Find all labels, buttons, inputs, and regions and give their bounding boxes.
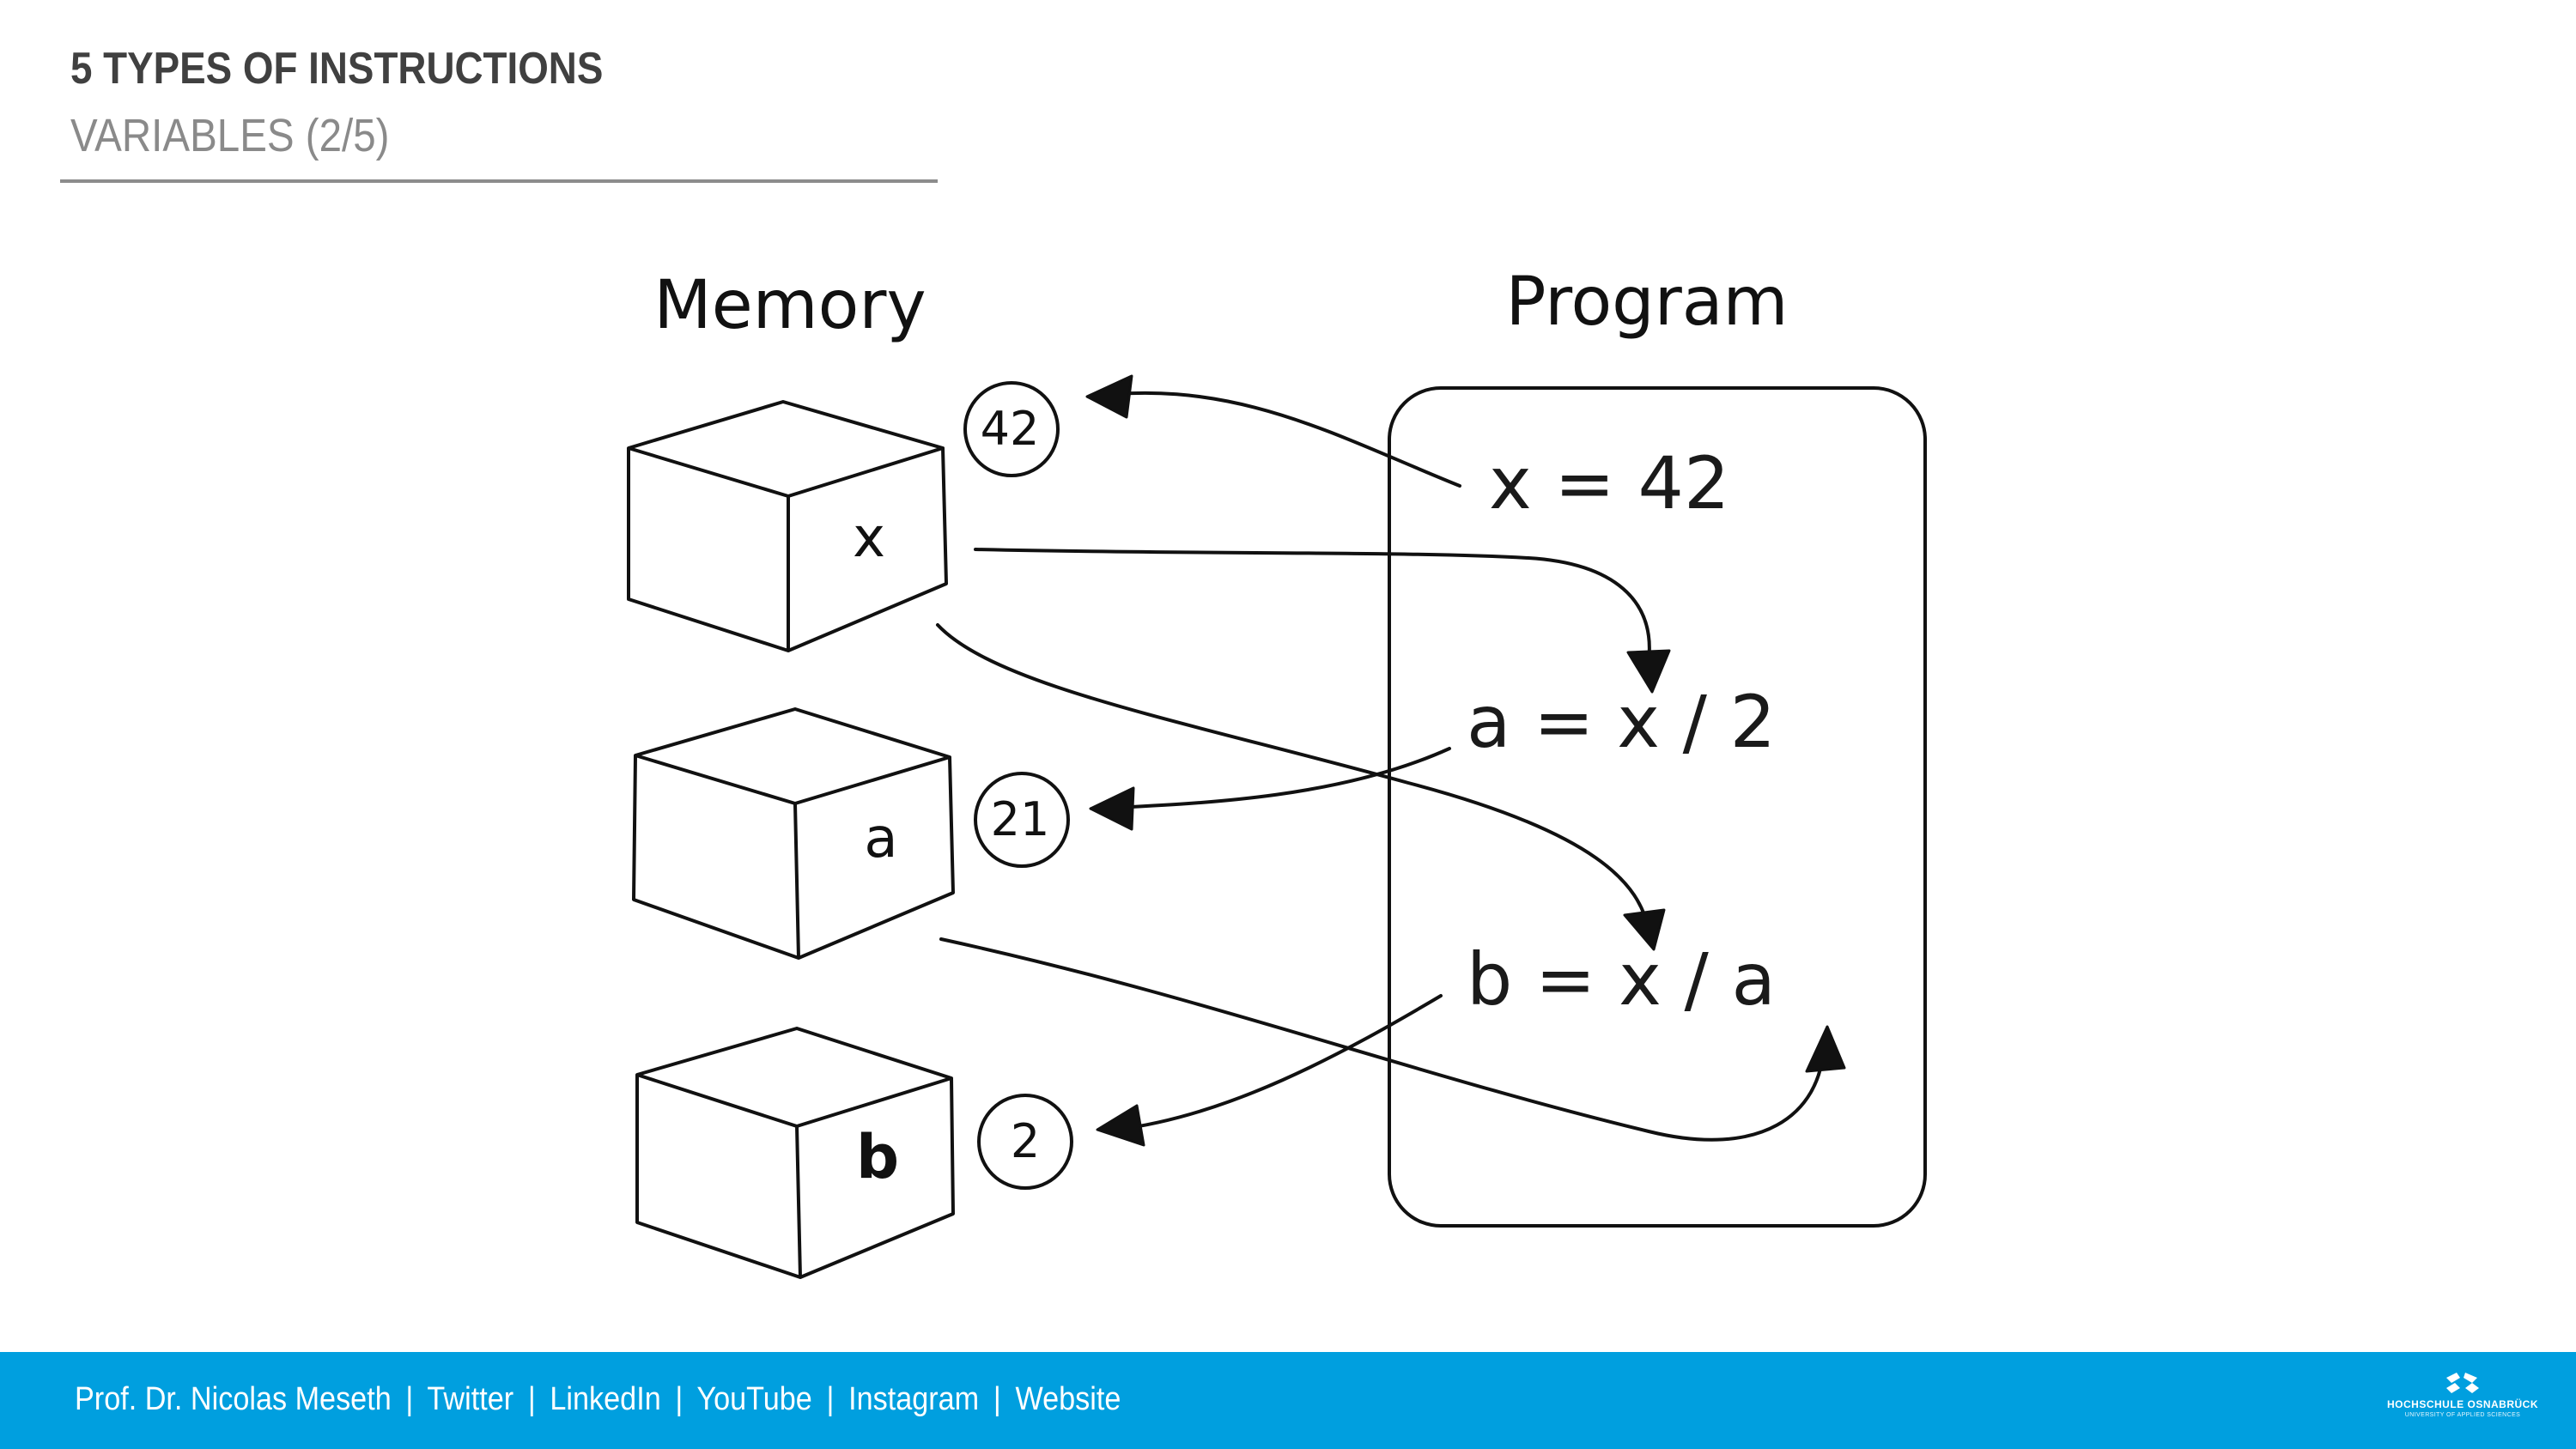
youtube-link[interactable]: YouTube <box>696 1381 811 1417</box>
footer-separator: | <box>826 1381 835 1417</box>
arrow-read-x-to-a <box>974 548 1651 663</box>
arrow-assign-x <box>1089 391 1461 488</box>
memory-box-x: x <box>627 400 948 652</box>
footer-separator: | <box>675 1381 683 1417</box>
value-a: 21 <box>991 792 1050 846</box>
footer-author: Prof. Dr. Nicolas Meseth <box>75 1381 392 1417</box>
value-bubble-a: 21 <box>974 772 1070 868</box>
footer-separator: | <box>993 1381 1001 1417</box>
arrowhead-2 <box>1096 1104 1145 1147</box>
twitter-link[interactable]: Twitter <box>427 1381 513 1417</box>
variable-name-b: b <box>856 1122 899 1192</box>
website-link[interactable]: Website <box>1015 1381 1121 1417</box>
footer-separator: | <box>527 1381 536 1417</box>
footer-links: Prof. Dr. Nicolas Meseth | Twitter | Lin… <box>75 1381 1121 1418</box>
value-bubble-x: 42 <box>963 381 1060 477</box>
variable-name-x: x <box>853 506 885 570</box>
instagram-link[interactable]: Instagram <box>848 1381 979 1417</box>
value-bubble-b: 2 <box>977 1094 1073 1190</box>
slide: 5 TYPES OF INSTRUCTIONS VARIABLES (2/5) … <box>0 0 2576 1449</box>
arrowhead-42 <box>1085 374 1133 419</box>
footer-bar: Prof. Dr. Nicolas Meseth | Twitter | Lin… <box>0 1352 2576 1449</box>
memory-box-a: a <box>632 707 955 960</box>
value-x: 42 <box>981 402 1040 456</box>
arrowhead-21 <box>1089 786 1135 831</box>
university-logo-icon <box>2446 1373 2479 1393</box>
linkedin-link[interactable]: LinkedIn <box>550 1381 660 1417</box>
footer-separator: | <box>405 1381 414 1417</box>
logo-name: HOCHSCHULE OSNABRÜCK <box>2386 1398 2538 1410</box>
memory-label: Memory <box>653 267 926 344</box>
program-line-2: a = x / 2 <box>1467 680 1776 764</box>
variable-name-a: a <box>864 807 897 870</box>
variables-diagram: Memory Program x a b 42 21 2 x = 42 a = … <box>627 264 1927 1279</box>
memory-box-b: b <box>635 1027 955 1279</box>
value-b: 2 <box>1011 1114 1040 1168</box>
arrowhead-b-line-a <box>1805 1025 1846 1073</box>
program-line-3: b = x / a <box>1467 937 1776 1022</box>
program-line-1: x = 42 <box>1489 441 1729 525</box>
program-label: Program <box>1505 264 1788 341</box>
university-logo: HOCHSCHULE OSNABRÜCK UNIVERSITY OF APPLI… <box>2385 1371 2540 1433</box>
logo-subtitle: UNIVERSITY OF APPLIED SCIENCES <box>2404 1412 2521 1418</box>
